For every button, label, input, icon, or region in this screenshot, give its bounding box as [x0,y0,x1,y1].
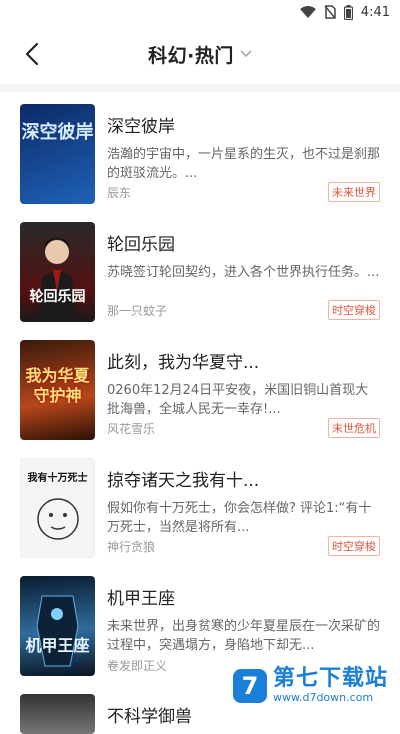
watermark-name: 第七下载站 [272,666,388,691]
no-sim-icon [324,5,336,19]
cover-title: 轮回乐园 [29,289,86,305]
book-info: 轮回乐园 苏晓签订轮回契约，进入各个世界执行任务。... 那一只蚊子 时空穿梭 [107,222,380,326]
book-title: 不科学御兽 [107,707,192,727]
book-cover: 深空彼岸 [20,104,95,204]
site-watermark: 7 第七下载站 www.d7down.com [228,666,394,705]
status-bar: 4:41 [0,0,400,24]
book-item[interactable]: 轮回乐园 轮回乐园 苏晓签订轮回契约，进入各个世界执行任务。... 那一只蚊子 … [20,222,380,326]
book-title: 此刻，我为华夏守... [107,353,260,373]
watermark-logo: 7 [232,668,267,703]
page-title: 科幻·热门 [148,44,234,67]
book-info: 掠夺诸天之我有十... 假如你有十万死士，你会怎样做? 评论1:“有十万死士，当… [107,458,380,562]
book-description: 假如你有十万死士，你会怎样做? 评论1:“有十万死士，当然是将所有... [107,501,372,535]
genre-tag: 末世危机 [328,418,380,438]
genre-tag: 未来世界 [328,182,380,202]
book-info: 此刻，我为华夏守... 0260年12月24日平安夜，米国旧铜山首现大批海兽，全… [107,340,380,444]
book-author: 神行贪狼 [107,539,156,554]
book-item[interactable]: 我为华夏守护神 此刻，我为华夏守... 0260年12月24日平安夜，米国旧铜山… [20,340,380,444]
book-cover [20,694,95,734]
book-cover: 我为华夏守护神 [20,340,95,440]
book-title: 轮回乐园 [107,235,175,255]
book-item[interactable]: 机甲王座 机甲王座 未来世界，出身贫寒的少年夏星辰在一次采矿的过程中，突遇塌方，… [20,576,380,680]
book-description: 苏晓签订轮回契约，进入各个世界执行任务。... [107,265,380,280]
battery-icon [343,4,353,20]
mech-illustration [36,595,79,667]
category-dropdown[interactable]: 科幻·热门 [148,41,252,68]
genre-tag: 时空穿梭 [328,536,380,556]
book-author: 卷发即正义 [107,659,168,673]
back-button[interactable] [16,38,48,70]
book-meta: 辰东 未来世界 [107,182,380,202]
top-bar: 科幻·热门 [0,24,400,84]
book-description: 未来世界，出身贫寒的少年夏星辰在一次采矿的过程中，突遇塌方，身陷地下却无... [107,619,380,653]
book-item[interactable]: 我有十万死士 掠夺诸天之我有十... 假如你有十万死士，你会怎样做? 评论1:“… [20,458,380,562]
character-illustration [38,238,76,322]
book-description: 浩瀚的宇宙中，一片星系的生灭，也不过是刹那的斑驳流光。... [107,147,380,181]
book-title: 掠夺诸天之我有十... [107,471,260,491]
wifi-icon [299,5,316,18]
book-meta: 风花雪乐 末世危机 [107,418,380,438]
book-title: 机甲王座 [107,589,175,609]
book-author: 辰东 [107,185,132,200]
book-title: 深空彼岸 [107,117,175,137]
book-description: 0260年12月24日平安夜，米国旧铜山首现大批海兽，全城人民无一幸存!... [107,383,369,417]
book-list: 深空彼岸 深空彼岸 浩瀚的宇宙中，一片星系的生灭，也不过是刹那的斑驳流光。...… [0,92,400,734]
watermark-url: www.d7down.com [272,691,374,704]
header-divider [0,84,400,92]
book-cover: 机甲王座 [20,576,95,676]
cover-title: 机甲王座 [25,636,90,655]
book-author: 风花雪乐 [107,421,156,436]
chevron-down-icon [240,50,252,58]
book-cover: 我有十万死士 [20,458,95,558]
cover-title: 我为华夏守护神 [25,366,90,405]
genre-tag: 时空穿梭 [328,300,380,320]
book-meta: 那一只蚊子 时空穿梭 [107,300,380,320]
cover-title: 深空彼岸 [21,122,94,143]
back-arrow-icon [25,42,39,66]
book-item[interactable]: 深空彼岸 深空彼岸 浩瀚的宇宙中，一片星系的生灭，也不过是刹那的斑驳流光。...… [20,104,380,208]
status-time: 4:41 [360,4,390,20]
meme-face-illustration [37,498,79,540]
book-author: 那一只蚊子 [107,303,168,318]
book-cover: 轮回乐园 [20,222,95,322]
book-meta: 神行贪狼 时空穿梭 [107,536,380,556]
book-info: 机甲王座 未来世界，出身贫寒的少年夏星辰在一次采矿的过程中，突遇塌方，身陷地下却… [107,576,380,680]
book-info: 深空彼岸 浩瀚的宇宙中，一片星系的生灭，也不过是刹那的斑驳流光。... 辰东 未… [107,104,380,208]
